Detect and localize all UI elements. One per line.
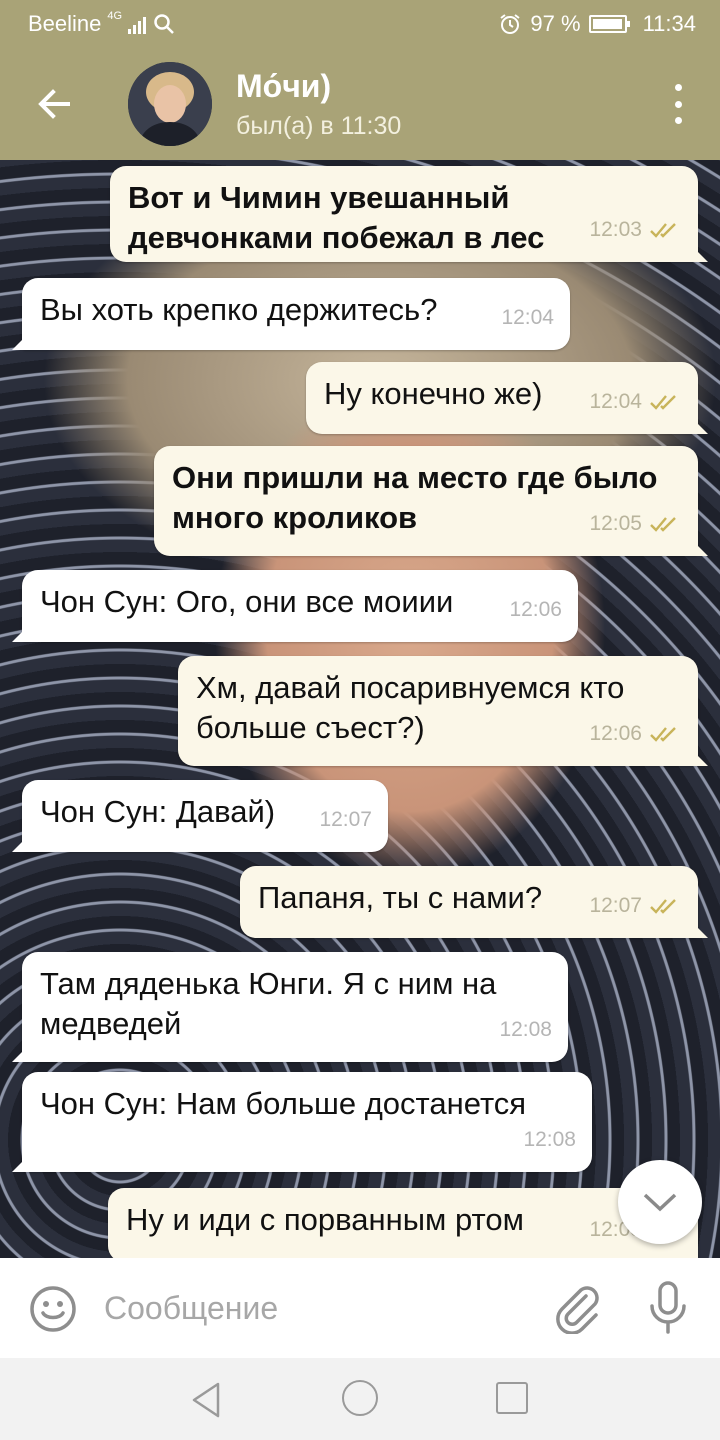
attach-button[interactable] — [552, 1282, 602, 1335]
more-options-button[interactable] — [666, 84, 690, 124]
message-bubble-outgoing[interactable]: Хм, давай посаривнуемся кто больше съест… — [178, 656, 708, 766]
message-bubble-outgoing[interactable]: Ну конечно же) 12:04 — [306, 362, 708, 434]
composer-bar — [0, 1258, 720, 1358]
clock: 11:34 — [642, 11, 696, 36]
scroll-to-bottom-button[interactable] — [618, 1160, 702, 1244]
battery-icon — [588, 15, 630, 33]
message-time: 12:05 — [589, 512, 642, 535]
avatar-image — [128, 62, 212, 146]
network-type: 4G — [107, 10, 123, 22]
battery-percent: 97 % — [530, 11, 581, 36]
message-bubble-incoming[interactable]: Чон Сун: Нам больше достанется 12:08 — [12, 1072, 592, 1172]
message-text: Там дяденька Юнги. Я с ним на медведей — [40, 966, 497, 1041]
status-bar: Beeline 4G 97 % 11:34 — [0, 0, 720, 48]
chat-title[interactable]: Мо́чи) — [236, 68, 331, 105]
message-bubble-outgoing[interactable]: Вот и Чимин увешанный девчонками побежал… — [110, 166, 708, 262]
chat-header: Мо́чи) был(а) в 11:30 — [0, 48, 720, 160]
carrier-name: Beeline — [28, 11, 102, 36]
message-time: 12:06 — [509, 598, 562, 621]
message-bubble-incoming[interactable]: Там дяденька Юнги. Я с ним на медведей 1… — [12, 952, 568, 1062]
nav-recents-button[interactable] — [496, 1382, 528, 1414]
emoji-icon — [30, 1286, 76, 1332]
message-bubble-outgoing[interactable]: Они пришли на место где было много кроли… — [154, 446, 708, 556]
message-meta: 12:04 — [501, 298, 554, 338]
more-vertical-icon — [674, 84, 682, 91]
message-time: 12:04 — [589, 390, 642, 413]
message-time: 12:04 — [501, 306, 554, 329]
alarm-icon — [500, 14, 521, 34]
message-meta: 12:03 — [589, 210, 682, 250]
message-text: Чон Сун: Нам больше достанется — [40, 1086, 527, 1121]
double-check-icon — [650, 395, 676, 410]
double-check-icon — [650, 727, 676, 742]
nav-back-icon — [192, 1382, 220, 1418]
search-status-icon — [154, 14, 174, 34]
nav-home-button[interactable] — [342, 1380, 378, 1416]
message-bubble-outgoing[interactable]: Папаня, ты с нами? 12:07 — [240, 866, 708, 938]
double-check-icon — [650, 517, 676, 532]
nav-back-button[interactable] — [188, 1380, 228, 1420]
message-time: 12:08 — [499, 1018, 552, 1041]
message-text: Чон Сун: Ого, они все моиии — [40, 584, 454, 619]
back-button[interactable] — [24, 78, 84, 130]
emoji-button[interactable] — [28, 1284, 78, 1334]
voice-record-button[interactable] — [646, 1280, 690, 1336]
message-time: 12:08 — [523, 1128, 576, 1151]
arrow-left-icon — [38, 89, 70, 119]
message-time: 12:07 — [589, 894, 642, 917]
chevron-down-icon — [643, 1193, 677, 1212]
microphone-icon — [650, 1281, 686, 1334]
message-text: Вы хоть крепко держитесь? — [40, 292, 438, 327]
message-bubble-incoming[interactable]: Вы хоть крепко держитесь? 12:04 — [12, 278, 570, 350]
double-check-icon — [650, 899, 676, 914]
message-bubble-incoming[interactable]: Чон Сун: Ого, они все моиии 12:06 — [12, 570, 578, 642]
message-list[interactable]: Вот и Чимин увешанный девчонками побежал… — [0, 160, 720, 1258]
signal-icon — [128, 14, 147, 34]
message-bubble-incoming[interactable]: Чон Сун: Давай) 12:07 — [12, 780, 388, 852]
message-bubble-outgoing[interactable]: Ну и иди с порванным ртом 12:08 — [108, 1188, 698, 1258]
avatar[interactable] — [128, 62, 212, 146]
last-seen-status: был(а) в 11:30 — [236, 112, 402, 140]
paperclip-icon — [556, 1286, 599, 1335]
double-check-icon — [650, 223, 676, 238]
message-time: 12:07 — [319, 808, 372, 831]
message-input[interactable] — [104, 1282, 524, 1334]
system-navigation-bar — [0, 1358, 720, 1440]
message-time: 12:03 — [589, 218, 642, 241]
message-time: 12:06 — [589, 722, 642, 745]
